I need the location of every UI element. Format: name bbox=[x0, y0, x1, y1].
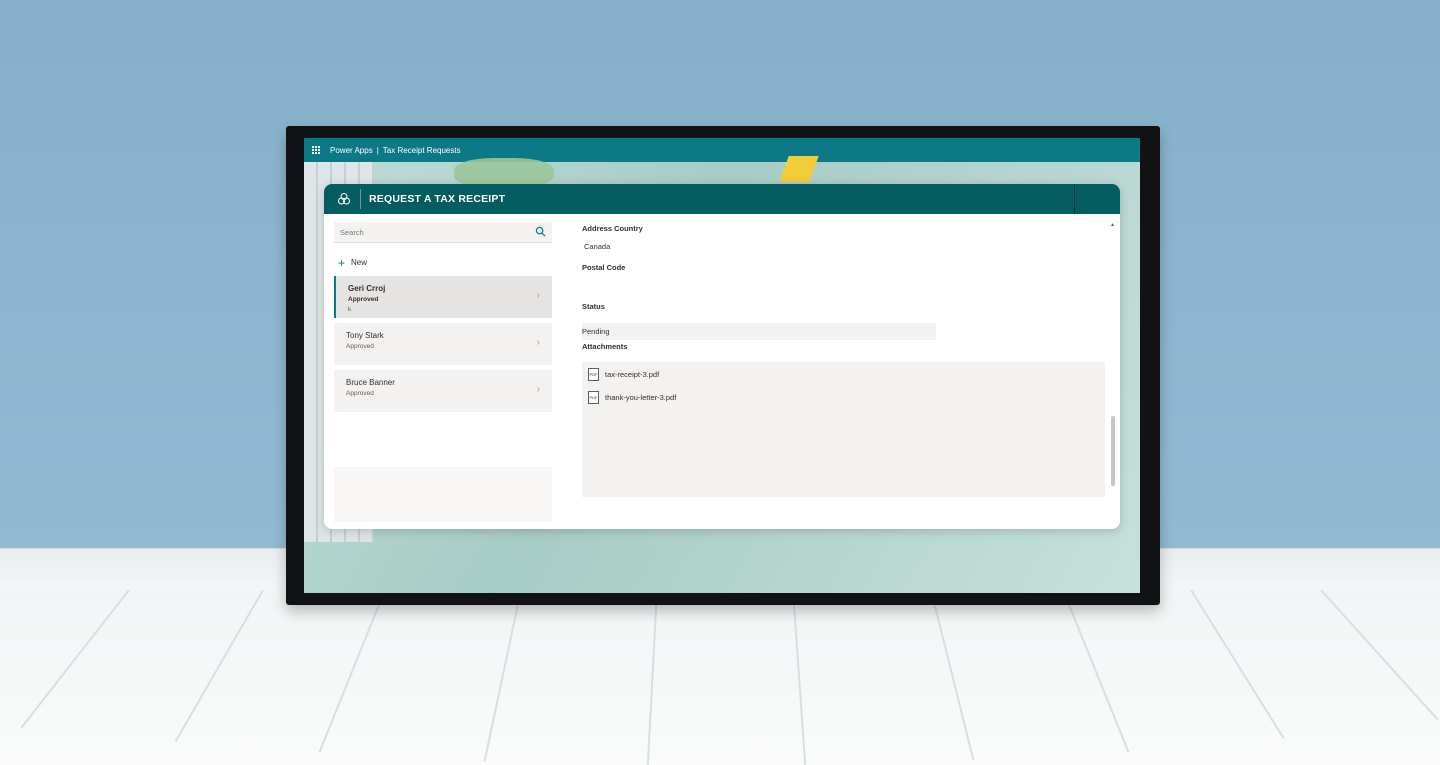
search-box bbox=[334, 222, 552, 243]
chevron-right-icon[interactable]: › bbox=[537, 337, 540, 348]
record-status: Approved bbox=[346, 390, 374, 397]
search-icon[interactable] bbox=[535, 226, 546, 237]
gallery-empty-area bbox=[334, 467, 552, 522]
floor-plank-line bbox=[792, 590, 807, 765]
floor-plank-line bbox=[20, 590, 130, 729]
scroll-up-icon[interactable]: ▲ bbox=[1110, 222, 1115, 228]
topbar-separator: | bbox=[376, 145, 379, 155]
search-input[interactable] bbox=[334, 222, 522, 243]
scrollbar-thumb[interactable] bbox=[1111, 416, 1115, 486]
record-name: Tony Stark bbox=[346, 331, 384, 340]
monitor-frame: Power Apps | Tax Receipt Requests REQUES… bbox=[286, 126, 1160, 605]
record-status: Approved bbox=[346, 343, 374, 350]
floor-plank-line bbox=[930, 590, 975, 761]
floor-plank-line bbox=[1320, 590, 1439, 721]
records-panel: + New Geri Crroj Approved k › Tony Stark… bbox=[334, 222, 552, 522]
app-name[interactable]: Power Apps bbox=[330, 146, 373, 155]
logo-icon bbox=[334, 189, 361, 209]
app-top-bar: Power Apps | Tax Receipt Requests bbox=[304, 138, 1140, 162]
floor-plank-line bbox=[483, 590, 522, 762]
floor-plank-line bbox=[174, 590, 264, 743]
app-screen: Power Apps | Tax Receipt Requests REQUES… bbox=[304, 138, 1140, 593]
chevron-right-icon[interactable]: › bbox=[537, 290, 540, 301]
detail-form: Address Country Canada Postal Code Statu… bbox=[582, 222, 1112, 522]
attachments-label: Attachments bbox=[582, 342, 628, 351]
status-field: Pending bbox=[582, 323, 936, 340]
page-name: Tax Receipt Requests bbox=[382, 145, 461, 155]
floor-plank-line bbox=[1062, 590, 1130, 753]
attachment-item[interactable]: PDF tax-receipt-3.pdf bbox=[588, 368, 659, 381]
attachments-field: PDF tax-receipt-3.pdf PDF thank-you-lett… bbox=[582, 362, 1105, 497]
floor-plank-line bbox=[1190, 590, 1285, 739]
pdf-file-icon: PDF bbox=[588, 391, 599, 404]
record-name: Bruce Banner bbox=[346, 378, 395, 387]
record-extra: k bbox=[348, 306, 352, 313]
new-record-button[interactable]: + New bbox=[338, 255, 368, 270]
list-item[interactable]: Tony Stark Approved › bbox=[334, 323, 552, 365]
list-item[interactable]: Geri Crroj Approved k › bbox=[334, 276, 552, 318]
postal-code-label: Postal Code bbox=[582, 263, 626, 272]
floor-plank-line bbox=[646, 590, 658, 765]
attachment-item[interactable]: PDF thank-you-letter-3.pdf bbox=[588, 391, 676, 404]
request-card: REQUEST A TAX RECEIPT + New bbox=[324, 184, 1120, 529]
background-floor bbox=[0, 590, 1440, 765]
floor-plank-line bbox=[318, 590, 386, 753]
page-title: REQUEST A TAX RECEIPT bbox=[369, 193, 506, 205]
list-item[interactable]: Bruce Banner Approved › bbox=[334, 370, 552, 412]
records-gallery: Geri Crroj Approved k › Tony Stark Appro… bbox=[334, 276, 552, 417]
app-launcher-icon[interactable] bbox=[312, 146, 320, 154]
attachment-name: thank-you-letter-3.pdf bbox=[605, 393, 677, 402]
attachment-name: tax-receipt-3.pdf bbox=[605, 370, 660, 379]
status-label: Status bbox=[582, 302, 605, 311]
record-name: Geri Crroj bbox=[348, 284, 386, 293]
status-value: Pending bbox=[582, 327, 610, 336]
record-status: Approved bbox=[348, 296, 379, 303]
header-divider bbox=[1074, 184, 1075, 214]
card-header: REQUEST A TAX RECEIPT bbox=[324, 184, 1120, 214]
address-country-value: Canada bbox=[584, 242, 611, 251]
new-button-label: New bbox=[351, 258, 368, 267]
chevron-right-icon[interactable]: › bbox=[537, 384, 540, 395]
address-country-label: Address Country bbox=[582, 224, 643, 233]
form-scrollbar[interactable]: ▲ bbox=[1110, 222, 1116, 486]
pdf-file-icon: PDF bbox=[588, 368, 599, 381]
plus-icon: + bbox=[338, 255, 346, 270]
